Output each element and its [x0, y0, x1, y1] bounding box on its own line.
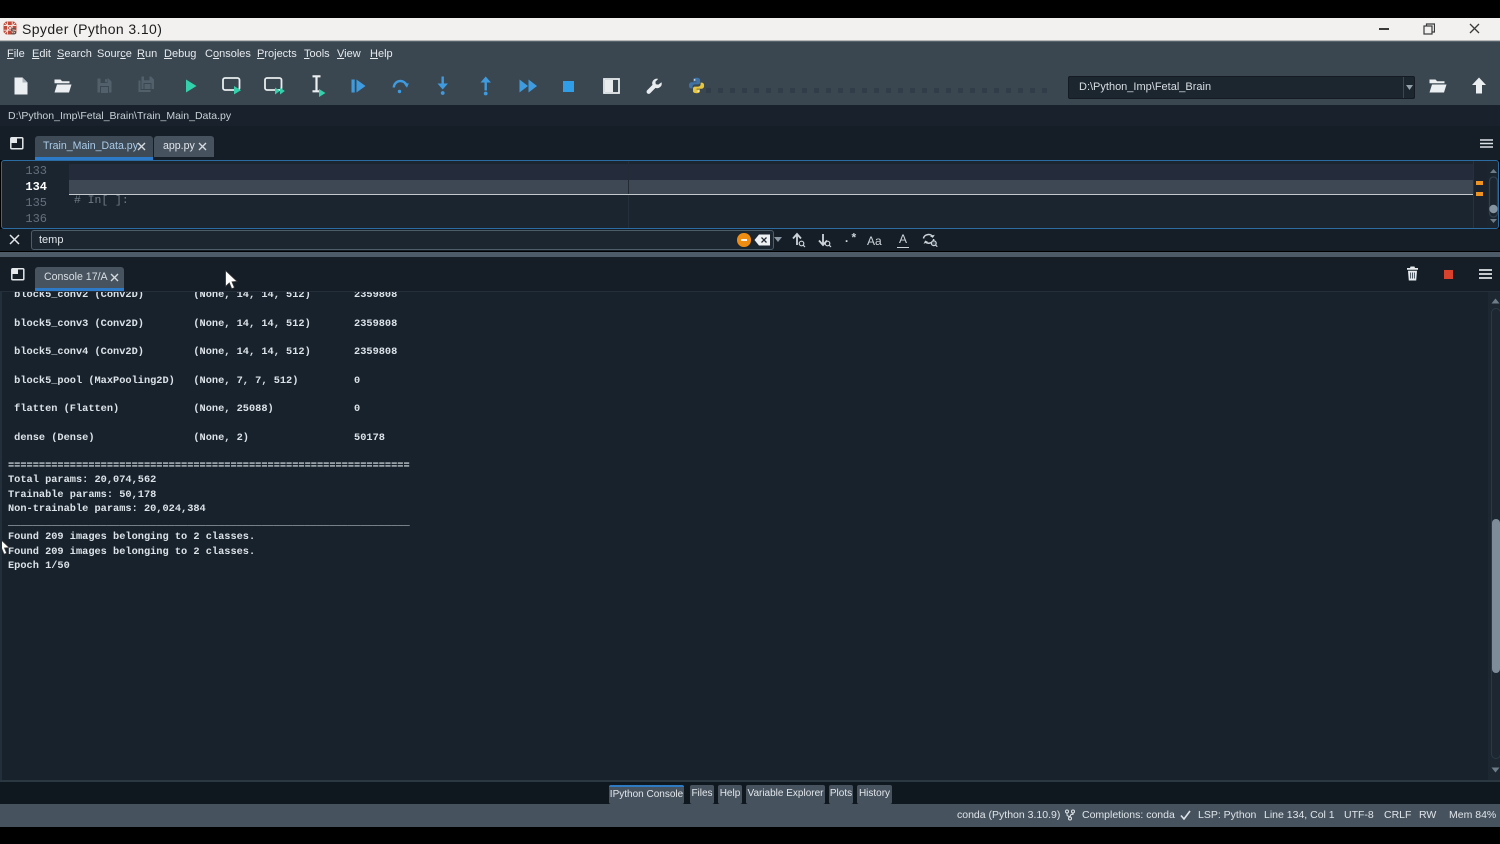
svg-text:S: S	[10, 26, 16, 36]
